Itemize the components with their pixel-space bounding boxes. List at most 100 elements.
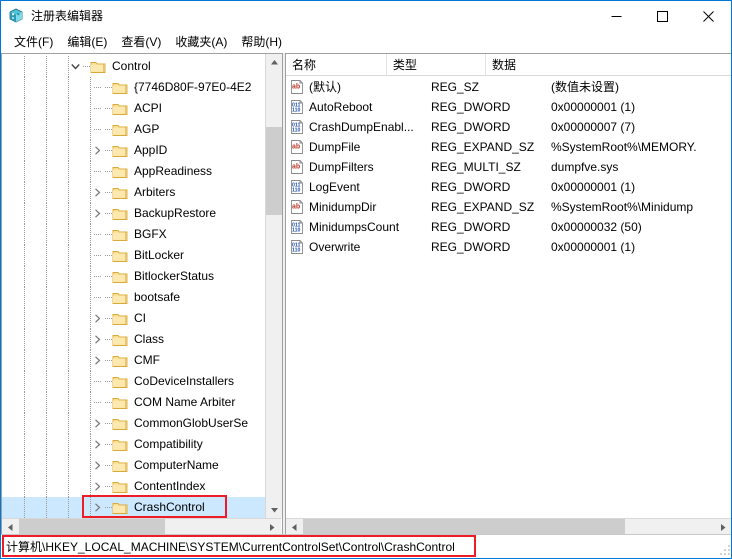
tree-indent-guides (2, 497, 89, 518)
resize-grip[interactable] (719, 544, 731, 556)
tree-connector (105, 486, 112, 487)
tree-scroll-thumb[interactable] (266, 127, 282, 215)
chevron-right-icon[interactable] (89, 455, 105, 476)
tree-item[interactable]: ACPI (2, 98, 265, 119)
column-name[interactable]: 名称 (286, 54, 387, 76)
menu-view[interactable]: 查看(V) (114, 32, 168, 52)
tree-item-label: Class (132, 329, 166, 350)
tree-item[interactable]: bootsafe (2, 287, 265, 308)
tree-horizontal-scrollbar[interactable] (2, 518, 281, 535)
tree-item[interactable]: AppID (2, 140, 265, 161)
tree-item[interactable]: AGP (2, 119, 265, 140)
tree-item[interactable]: CI (2, 308, 265, 329)
tree-connector (105, 360, 112, 361)
menu-file[interactable]: 文件(F) (7, 32, 60, 52)
chevron-down-icon[interactable] (67, 56, 83, 77)
folder-icon (112, 501, 128, 515)
value-type: REG_DWORD (431, 177, 551, 197)
window-controls (593, 1, 731, 31)
svg-text:ab: ab (292, 164, 300, 171)
values-column-header: 名称类型数据 (286, 54, 732, 76)
tree-expander-empty (89, 98, 105, 119)
value-row[interactable]: ab(默认)REG_SZ(数值未设置) (286, 77, 732, 97)
tree-indent-guides (2, 308, 89, 329)
value-row[interactable]: abMinidumpDirREG_EXPAND_SZ%SystemRoot%\M… (286, 197, 732, 217)
tree-expander-empty (89, 161, 105, 182)
menu-edit[interactable]: 编辑(E) (60, 32, 114, 52)
tree-expander-empty (89, 266, 105, 287)
tree-item[interactable]: BitlockerStatus (2, 266, 265, 287)
close-button[interactable] (685, 1, 731, 31)
status-bar: 计算机\HKEY_LOCAL_MACHINE\SYSTEM\CurrentCon… (1, 534, 732, 558)
tree-item[interactable]: AppReadiness (2, 161, 265, 182)
tree-item[interactable]: BackupRestore (2, 203, 265, 224)
tree-item-label: CrashControl (132, 497, 207, 518)
tree-item[interactable]: BGFX (2, 224, 265, 245)
chevron-right-icon[interactable] (89, 308, 105, 329)
tree-connector (105, 213, 112, 214)
value-name: DumpFilters (309, 157, 431, 177)
menu-help[interactable]: 帮助(H) (234, 32, 289, 52)
tree-connector (105, 129, 112, 130)
chevron-right-icon[interactable] (89, 497, 105, 518)
chevron-right-icon[interactable] (89, 350, 105, 371)
value-row[interactable]: 011110CrashDumpEnabl...REG_DWORD0x000000… (286, 117, 732, 137)
tree-item[interactable]: CMF (2, 350, 265, 371)
tree-item[interactable]: COM Name Arbiter (2, 392, 265, 413)
value-data: dumpfve.sys (551, 157, 732, 177)
dword-value-icon: 011110 (289, 119, 305, 135)
value-type: REG_DWORD (431, 237, 551, 257)
value-row[interactable]: 011110AutoRebootREG_DWORD0x00000001 (1) (286, 97, 732, 117)
tree-scroll-up-button[interactable] (266, 54, 282, 71)
value-data: 0x00000001 (1) (551, 97, 732, 117)
registry-editor-window: 注册表编辑器 文件(F)编辑(E)查看(V)收藏夹(A)帮助(H) Contro… (0, 0, 732, 559)
values-horizontal-scrollbar[interactable] (286, 518, 732, 535)
svg-text:ab: ab (292, 204, 300, 211)
chevron-right-icon[interactable] (89, 203, 105, 224)
tree-item[interactable]: BitLocker (2, 245, 265, 266)
chevron-right-icon[interactable] (89, 476, 105, 497)
folder-icon (112, 312, 128, 326)
value-row[interactable]: abDumpFiltersREG_MULTI_SZdumpfve.sys (286, 157, 732, 177)
tree-item[interactable]: CommonGlobUserSe (2, 413, 265, 434)
maximize-button[interactable] (639, 1, 685, 31)
tree-indent-guides (2, 266, 89, 287)
menu-favorites[interactable]: 收藏夹(A) (168, 32, 234, 52)
tree-scroll-down-button[interactable] (266, 502, 282, 519)
tree-indent-guides (2, 392, 89, 413)
tree-item-label: Compatibility (132, 434, 205, 455)
tree-item[interactable]: Arbiters (2, 182, 265, 203)
tree-item-selected[interactable]: CrashControl (2, 497, 265, 518)
tree-item[interactable]: Compatibility (2, 434, 265, 455)
tree-item[interactable]: CoDeviceInstallers (2, 371, 265, 392)
tree-vertical-scrollbar[interactable] (265, 54, 282, 519)
value-row[interactable]: 011110OverwriteREG_DWORD0x00000001 (1) (286, 237, 732, 257)
tree-indent-guides (2, 56, 67, 77)
column-type[interactable]: 类型 (387, 54, 486, 76)
tree-indent-guides (2, 329, 89, 350)
tree-item[interactable]: ContentIndex (2, 476, 265, 497)
chevron-right-icon[interactable] (89, 329, 105, 350)
tree-item-label: ContentIndex (132, 476, 207, 497)
value-name: MinidumpDir (309, 197, 431, 217)
value-row[interactable]: 011110LogEventREG_DWORD0x00000001 (1) (286, 177, 732, 197)
column-data[interactable]: 数据 (486, 54, 732, 76)
chevron-right-icon[interactable] (89, 413, 105, 434)
value-name: LogEvent (309, 177, 431, 197)
tree-item[interactable]: ComputerName (2, 455, 265, 476)
value-row[interactable]: 011110MinidumpsCountREG_DWORD0x00000032 … (286, 217, 732, 237)
value-data: 0x00000001 (1) (551, 177, 732, 197)
folder-icon (112, 123, 128, 137)
string-value-icon: ab (289, 199, 305, 215)
tree-connector (105, 507, 112, 508)
tree-item[interactable]: {7746D80F-97E0-4E2 (2, 77, 265, 98)
tree-item[interactable]: Control (2, 56, 265, 77)
chevron-right-icon[interactable] (89, 434, 105, 455)
dword-value-icon: 011110 (289, 219, 305, 235)
folder-icon (112, 102, 128, 116)
value-row[interactable]: abDumpFileREG_EXPAND_SZ%SystemRoot%\MEMO… (286, 137, 732, 157)
tree-item[interactable]: Class (2, 329, 265, 350)
chevron-right-icon[interactable] (89, 182, 105, 203)
chevron-right-icon[interactable] (89, 140, 105, 161)
minimize-button[interactable] (593, 1, 639, 31)
